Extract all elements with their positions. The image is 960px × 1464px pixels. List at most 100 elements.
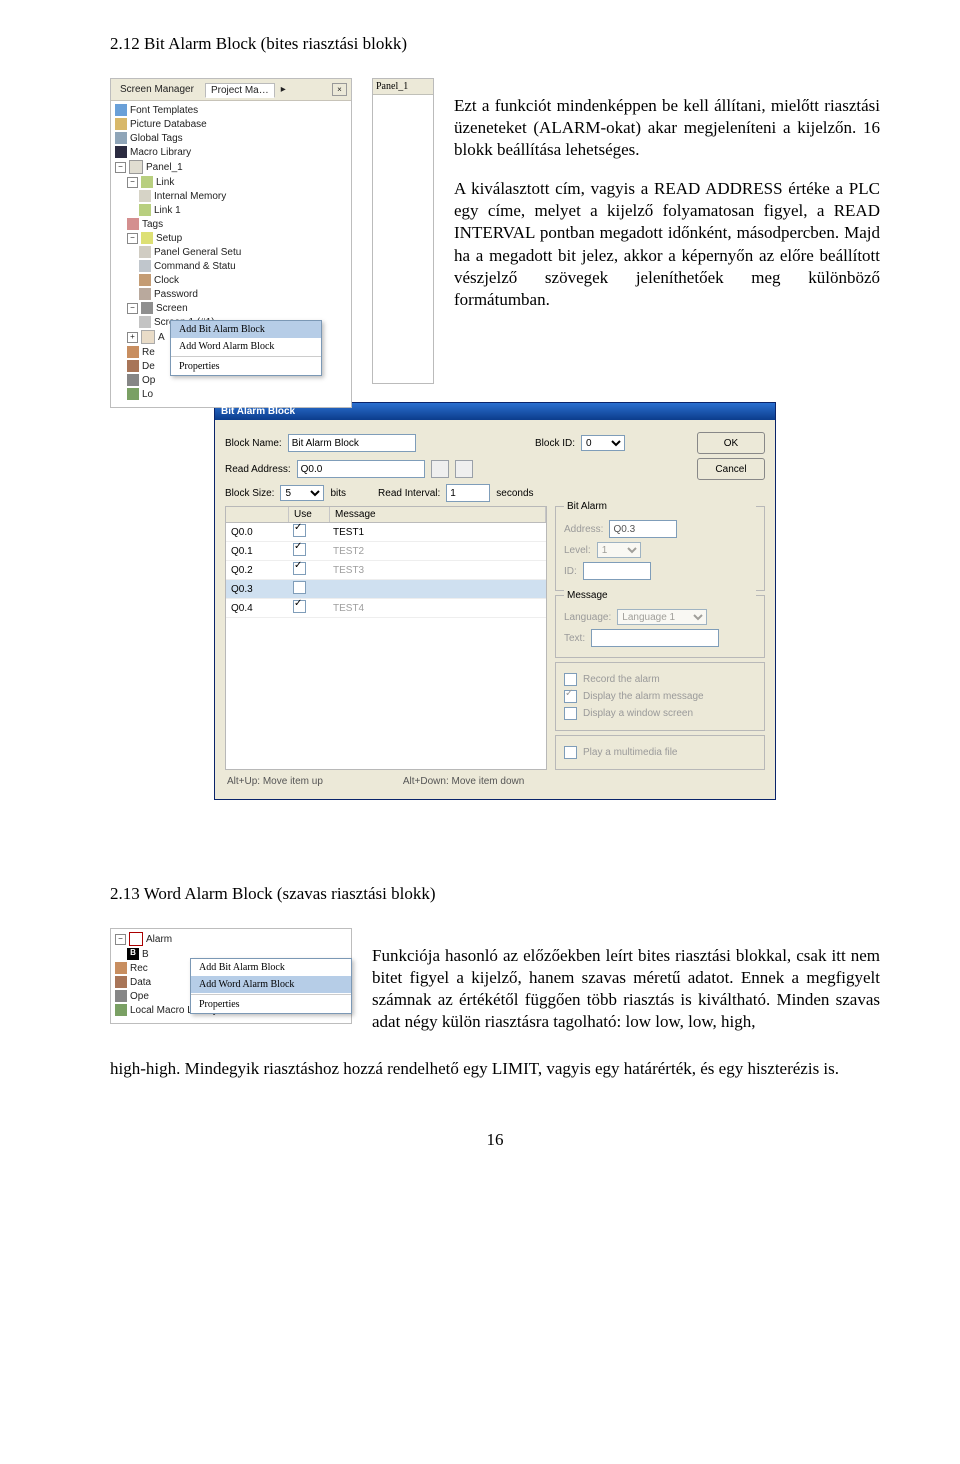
input-block-name[interactable]: [288, 434, 416, 452]
ctx2-properties[interactable]: Properties: [191, 996, 351, 1013]
use-checkbox[interactable]: [293, 543, 306, 556]
cell-message: TEST4: [328, 603, 546, 614]
b-icon: B: [127, 948, 139, 960]
expand-toggle[interactable]: −: [127, 303, 138, 314]
checkbox-play-multimedia: [564, 746, 577, 759]
message-frame: Message Language:Language 1 Text:: [555, 595, 765, 658]
checkbox-record: [564, 673, 577, 686]
use-checkbox[interactable]: [293, 562, 306, 575]
tree-rec[interactable]: Rec: [130, 963, 148, 974]
address-browse-button[interactable]: [431, 460, 449, 478]
cell-use[interactable]: [288, 524, 328, 540]
expand-toggle[interactable]: −: [127, 177, 138, 188]
use-checkbox[interactable]: [293, 581, 306, 594]
tree-panel-general[interactable]: Panel General Setu: [154, 247, 241, 258]
input-read-address[interactable]: [297, 460, 425, 478]
table-row[interactable]: Q0.2TEST3: [226, 561, 546, 580]
panel1-icon: [129, 160, 143, 174]
address-keypad-button[interactable]: [455, 460, 473, 478]
tree-link1[interactable]: Link 1: [154, 205, 181, 216]
table-row[interactable]: Q0.1 TEST2: [226, 542, 546, 561]
ctx2-add-bit-alarm[interactable]: Add Bit Alarm Block: [191, 959, 351, 976]
multimedia-frame: Play a multimedia file: [555, 735, 765, 770]
page-number: 16: [110, 1130, 880, 1150]
select-block-size[interactable]: 5: [280, 485, 324, 501]
ctx-properties[interactable]: Properties: [171, 358, 321, 375]
tree-a[interactable]: A: [158, 332, 165, 343]
col-use: Use: [289, 507, 330, 522]
use-checkbox[interactable]: [293, 600, 306, 613]
ctx2-add-word-alarm[interactable]: Add Word Alarm Block: [191, 976, 351, 993]
tree-ope[interactable]: Ope: [130, 991, 149, 1002]
tree-b[interactable]: B: [142, 949, 149, 960]
alarm-icon: [129, 932, 143, 946]
tree-op[interactable]: Op: [142, 375, 155, 386]
tree-alarm[interactable]: Alarm: [146, 934, 172, 945]
tab-overflow-arrow[interactable]: ▸: [281, 84, 286, 95]
context-menu: Add Bit Alarm Block Add Word Alarm Block…: [170, 320, 322, 376]
tree-internal-memory[interactable]: Internal Memory: [154, 191, 226, 202]
col-message: Message: [330, 507, 546, 522]
tree-setup[interactable]: Setup: [156, 233, 182, 244]
label-display-message: Display the alarm message: [583, 691, 704, 702]
use-checkbox[interactable]: [293, 524, 306, 537]
cell-address: Q0.3: [226, 584, 288, 595]
ctx2-separator: [191, 994, 351, 995]
data-icon: [115, 976, 127, 988]
tree-de[interactable]: De: [142, 361, 155, 372]
label-block-size: Block Size:: [225, 488, 274, 499]
tree-link[interactable]: Link: [156, 177, 174, 188]
expand-toggle[interactable]: −: [127, 233, 138, 244]
preview-header: Panel_1: [373, 79, 433, 95]
bit-alarm-dialog: Bit Alarm Block Block Name: Block ID: 0 …: [214, 402, 776, 800]
input-read-interval[interactable]: [446, 484, 490, 502]
link1-icon: [139, 204, 151, 216]
tree-re[interactable]: Re: [142, 347, 155, 358]
tab-project[interactable]: Project Ma…: [205, 83, 275, 98]
cell-use[interactable]: [288, 581, 328, 597]
panel-close-button[interactable]: ×: [332, 83, 347, 96]
cell-message: TEST1: [328, 527, 546, 538]
picture-db-icon: [115, 118, 127, 130]
checkbox-display-message: [564, 690, 577, 703]
label-text: Text:: [564, 633, 585, 644]
ok-button[interactable]: OK: [697, 432, 765, 454]
tree-tags[interactable]: Tags: [142, 219, 163, 230]
ctx-add-word-alarm[interactable]: Add Word Alarm Block: [171, 338, 321, 355]
cell-message: TEST2: [328, 546, 546, 557]
cell-use[interactable]: [288, 543, 328, 559]
table-row[interactable]: Q0.0TEST1: [226, 523, 546, 542]
tree-macro-library[interactable]: Macro Library: [130, 147, 191, 158]
tree-command-status[interactable]: Command & Statu: [154, 261, 236, 272]
tree-clock[interactable]: Clock: [154, 275, 179, 286]
tree-data[interactable]: Data: [130, 977, 151, 988]
section-title-2: 2.13 Word Alarm Block (szavas riasztási …: [110, 884, 880, 904]
label-bits: bits: [330, 488, 346, 499]
macro-library-icon: [115, 146, 127, 158]
cell-address: Q0.1: [226, 546, 288, 557]
tree-lo[interactable]: Lo: [142, 389, 153, 400]
context-menu-2: Add Bit Alarm Block Add Word Alarm Block…: [190, 958, 352, 1014]
table-row[interactable]: Q0.4TEST4: [226, 599, 546, 618]
cell-use[interactable]: [288, 600, 328, 616]
tree-panel1[interactable]: Panel_1: [146, 162, 183, 173]
expand-toggle[interactable]: −: [115, 934, 126, 945]
ctx-add-bit-alarm[interactable]: Add Bit Alarm Block: [171, 321, 321, 338]
password-icon: [139, 288, 151, 300]
tree-global-tags[interactable]: Global Tags: [130, 133, 183, 144]
paragraph-2b: high-high. Mindegyik riasztáshoz hozzá r…: [110, 1058, 880, 1080]
expand-toggle[interactable]: +: [127, 332, 138, 343]
tree-screen[interactable]: Screen: [156, 303, 188, 314]
cancel-button[interactable]: Cancel: [697, 458, 765, 480]
screen1-icon: [139, 316, 151, 328]
table-row[interactable]: Q0.3: [226, 580, 546, 599]
select-block-id[interactable]: 0: [581, 435, 625, 451]
cell-use[interactable]: [288, 562, 328, 578]
tab-screen-manager[interactable]: Screen Manager: [115, 83, 199, 96]
expand-toggle[interactable]: −: [115, 162, 126, 173]
paragraph-2a: Funkciója hasonló az előzőekben leírt bi…: [372, 945, 880, 1033]
tree-font-templates[interactable]: Font Templates: [130, 105, 198, 116]
tree-password[interactable]: Password: [154, 289, 198, 300]
command-status-icon: [139, 260, 151, 272]
tree-picture-database[interactable]: Picture Database: [130, 119, 207, 130]
